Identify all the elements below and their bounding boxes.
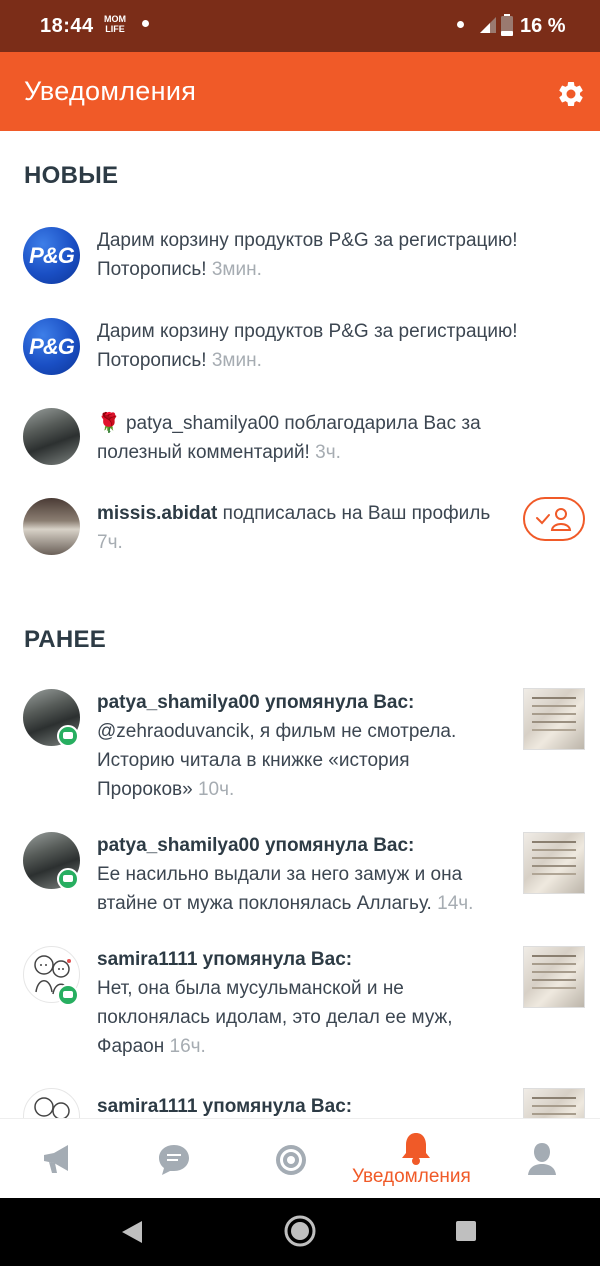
notification-text: Нет, она была мусульманской и не поклоня…	[97, 978, 453, 1057]
home-icon[interactable]	[283, 1214, 317, 1248]
gear-icon[interactable]	[556, 79, 586, 109]
user-avatar[interactable]	[23, 498, 80, 555]
pg-logo-avatar: P&G	[23, 227, 80, 284]
status-bar: 18:44 MOM LIFE 16 %	[0, 0, 600, 52]
mention-action: упомянула Вас:	[264, 835, 415, 856]
notification-text: @zehraoduvancik, я фильм не смотрела. Ис…	[97, 721, 457, 800]
clock: 18:44	[40, 15, 94, 37]
post-thumbnail[interactable]	[523, 1088, 585, 1118]
comment-badge-icon	[57, 868, 79, 890]
user-avatar[interactable]	[23, 408, 80, 465]
bell-icon[interactable]	[400, 1131, 432, 1165]
notification-time: 10ч.	[197, 779, 235, 800]
bottom-navigation: Уведомления	[0, 1118, 600, 1198]
post-thumbnail[interactable]	[523, 946, 585, 1008]
notifications-list[interactable]: НОВЫЕ P&G Дарим корзину продуктов P&G за…	[0, 131, 600, 1118]
app-bar: Уведомления	[0, 52, 600, 131]
momlife-notification-icon: MOM LIFE	[104, 14, 126, 34]
notification-time: 3мин.	[211, 350, 262, 371]
page-title: Уведомления	[24, 76, 197, 106]
follow-back-button[interactable]	[523, 497, 585, 541]
notification-dot-icon	[142, 20, 149, 27]
pg-logo-avatar: P&G	[23, 318, 80, 375]
notification-text: Дарим корзину продуктов P&G за регистрац…	[97, 321, 518, 371]
notification-time: 3ч.	[315, 442, 341, 463]
rose-icon: 🌹	[97, 413, 121, 434]
profile-icon[interactable]	[525, 1141, 559, 1177]
user-name[interactable]: samira1111	[97, 1096, 197, 1117]
user-name[interactable]: patya_shamilya00	[97, 692, 260, 713]
notification-text: Дарим корзину продуктов P&G за регистрац…	[97, 230, 518, 280]
target-icon[interactable]	[274, 1143, 308, 1177]
notification-time: 3мин.	[211, 259, 262, 280]
notification-time: 14ч.	[437, 893, 474, 914]
nav-label-notifications[interactable]: Уведомления	[352, 1166, 471, 1188]
section-title-earlier: РАНЕЕ	[24, 626, 107, 653]
comment-badge-icon	[57, 984, 79, 1006]
post-thumbnail[interactable]	[523, 832, 585, 894]
notification-text: подписалась на Ваш профиль	[222, 503, 491, 524]
system-navigation-bar	[0, 1198, 600, 1266]
follow-user-icon	[536, 508, 572, 531]
back-icon[interactable]	[120, 1219, 144, 1245]
notification-time: 7ч.	[97, 532, 123, 553]
status-dot-icon	[457, 21, 464, 28]
section-title-new: НОВЫЕ	[24, 162, 119, 189]
recents-icon[interactable]	[455, 1220, 477, 1242]
user-name[interactable]: samira1111	[97, 949, 197, 970]
chat-icon[interactable]	[157, 1143, 191, 1177]
cartoon-avatar-icon	[34, 1097, 70, 1118]
megaphone-icon[interactable]	[40, 1141, 76, 1177]
mention-action: упомянула Вас:	[202, 1096, 353, 1117]
mention-action: упомянула Вас:	[202, 949, 353, 970]
mention-action: упомянула Вас:	[264, 692, 415, 713]
notification-time: 16ч.	[169, 1036, 206, 1057]
user-name[interactable]: missis.abidat	[97, 503, 217, 524]
battery-percent: 16 %	[520, 15, 566, 37]
notification-text: patya_shamilya00 поблагодарила Вас за по…	[97, 413, 481, 463]
user-name[interactable]: patya_shamilya00	[97, 835, 260, 856]
comment-badge-icon	[57, 725, 79, 747]
post-thumbnail[interactable]	[523, 688, 585, 750]
signal-icon	[480, 17, 496, 33]
notification-text: Ее насильно выдали за него замуж и она в…	[97, 864, 463, 914]
battery-icon	[501, 14, 513, 36]
user-avatar[interactable]	[23, 1088, 80, 1118]
